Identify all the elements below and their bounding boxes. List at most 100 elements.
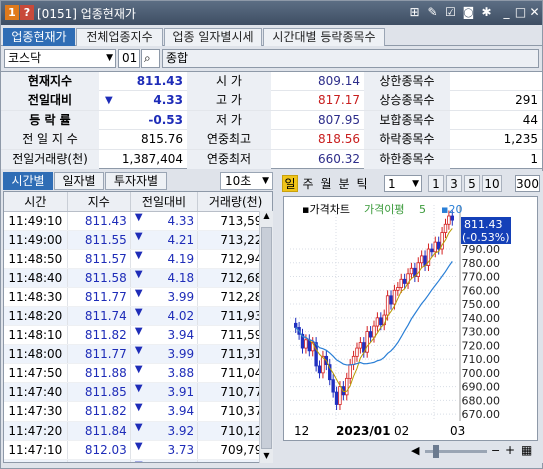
tick-tabs: 시간별 일자별 투자자별 10초 ▼	[1, 171, 276, 190]
tab-sector-daily[interactable]: 업종 일자별시세	[164, 28, 262, 46]
help-icon[interactable]: ?	[20, 5, 34, 20]
minimize-icon[interactable]: _	[499, 5, 514, 20]
prev-volume-label: 전일거래량(천)	[1, 149, 99, 169]
candle	[351, 355, 356, 365]
period-tick[interactable]: 틱	[354, 175, 370, 192]
zoom-in-icon[interactable]: +	[505, 443, 515, 457]
chevron-down-icon[interactable]: ▼	[412, 176, 419, 192]
interval-select[interactable]: 10초 ▼	[220, 172, 273, 190]
cell-time: 11:48:50	[4, 249, 68, 269]
low-label: 저 가	[187, 110, 271, 130]
cell-time: 11:48:20	[4, 306, 68, 327]
count-1-button[interactable]: 1	[428, 175, 444, 192]
table-header: 시간 지수 전일대비 거래량(천)	[4, 192, 272, 212]
table-row[interactable]: 11:47:00811.95▼3.81709,415	[4, 459, 272, 462]
zoom-out-icon[interactable]: −	[491, 444, 500, 457]
y-tick-label: 670.00	[462, 408, 501, 421]
market-select[interactable]: 코스닥 ▼	[4, 49, 116, 68]
current-index-label: 현재지수	[1, 72, 99, 91]
year-low-value: 660.32	[318, 151, 360, 166]
down-arrow-icon: ▼	[105, 95, 113, 107]
lower-limit-value: 1	[530, 151, 538, 166]
count-select[interactable]: 1 ▼	[384, 175, 422, 192]
change-value: 4.33	[153, 93, 183, 108]
pin-icon[interactable]: ⊞	[407, 5, 422, 20]
cell-time: 11:47:00	[4, 459, 68, 462]
candle	[436, 241, 441, 250]
cell-change: ▼ 3.92	[130, 421, 199, 441]
table-row[interactable]: 11:48:00 811.77 ▼ 3.99 711,317	[4, 344, 272, 365]
period-day[interactable]: 일	[282, 175, 298, 192]
y-tick-label: 790.00	[462, 243, 501, 256]
cell-change: ▼ 3.88	[130, 363, 199, 384]
down-arrow-icon: ▼	[134, 268, 143, 280]
tab-sector-price[interactable]: 업종현재가	[3, 28, 75, 46]
scroll-down-icon[interactable]: ▼	[261, 451, 272, 463]
scroll-left-icon[interactable]: ◀	[411, 444, 419, 457]
chevron-down-icon[interactable]: ▼	[106, 50, 113, 67]
note-icon[interactable]: ✎	[425, 5, 440, 20]
change-value: 3.94	[167, 404, 195, 419]
tab-by-day[interactable]: 일자별	[54, 172, 104, 190]
chevron-down-icon[interactable]: ▼	[262, 173, 269, 189]
down-arrow-icon: ▼	[134, 326, 143, 338]
table-row[interactable]: 11:48:40 811.58 ▼ 4.18 712,681	[4, 268, 272, 288]
count-5-button[interactable]: 5	[464, 175, 480, 192]
market-select-value: 코스닥	[8, 51, 42, 65]
cell-change: ▼ 4.18	[130, 268, 199, 288]
count-10-button[interactable]: 10	[482, 175, 502, 192]
tab-by-investor[interactable]: 투자자별	[105, 172, 167, 190]
table-row[interactable]: 11:48:20 811.74 ▼ 4.02 711,931	[4, 306, 272, 327]
period-minute[interactable]: 분	[336, 175, 352, 192]
scroll-thumb[interactable]	[261, 227, 272, 449]
screen-number-badge[interactable]: 1	[5, 5, 19, 20]
table-row[interactable]: 11:47:40 811.85 ▼ 3.91 710,777	[4, 382, 272, 403]
grid-icon[interactable]: ▦	[521, 443, 532, 457]
col-index[interactable]: 지수	[67, 192, 131, 212]
camera-icon[interactable]: ◙	[461, 5, 476, 20]
candle	[419, 255, 424, 264]
period-month[interactable]: 월	[318, 175, 334, 192]
period-week[interactable]: 주	[300, 175, 316, 192]
candle	[345, 377, 349, 396]
change-rate-label: 등 락 률	[1, 110, 99, 130]
checkbox-icon[interactable]: ☑	[443, 5, 458, 20]
legend-price: ▪가격차트	[302, 203, 350, 216]
cell-index: 811.82	[67, 325, 131, 346]
chart-scroll-controls: ◀ − + ▦	[283, 443, 538, 461]
down-arrow-icon: ▼	[134, 364, 143, 376]
scroll-up-icon[interactable]: ▲	[261, 211, 272, 223]
col-volume[interactable]: 거래량(천)	[197, 192, 272, 212]
price-chart[interactable]: 790.00 780.00 770.00 760.00 750.00 740.00 730.…	[283, 196, 538, 441]
candle	[334, 391, 339, 405]
scrollbar[interactable]: ▲ ▼	[259, 211, 273, 463]
table-row[interactable]: 11:47:10 812.03 ▼ 3.73 709,793	[4, 440, 272, 460]
change-value: 4.02	[167, 309, 195, 324]
count-3-button[interactable]: 3	[446, 175, 462, 192]
year-low-label: 연중최저	[187, 149, 271, 169]
zoom-input[interactable]: 300	[515, 175, 540, 192]
cell-time: 11:48:40	[4, 268, 68, 288]
table-row[interactable]: 11:48:30 811.77 ▼ 3.99 712,287	[4, 287, 272, 307]
tab-all-sector-index[interactable]: 전체업종지수	[76, 28, 163, 46]
gear-icon[interactable]: ✱	[479, 5, 494, 20]
table-row[interactable]: 11:47:30 811.82 ▼ 3.94 710,378	[4, 401, 272, 422]
table-row[interactable]: 11:49:10 811.43 ▼ 4.33 713,598	[4, 211, 272, 231]
maximize-icon[interactable]: □	[513, 5, 528, 20]
candle	[402, 278, 407, 284]
table-row[interactable]: 11:49:00 811.55 ▼ 4.21 713,228	[4, 230, 272, 250]
table-row[interactable]: 11:48:50 811.57 ▼ 4.19 712,949	[4, 249, 272, 269]
cell-index: 811.88	[67, 363, 131, 384]
zoom-slider-thumb[interactable]	[433, 445, 439, 458]
sector-code-input[interactable]: 01	[118, 49, 140, 68]
col-change[interactable]: 전일대비	[130, 192, 199, 212]
search-icon[interactable]: ⌕	[141, 49, 160, 68]
close-icon[interactable]: ✕	[527, 5, 542, 20]
table-row[interactable]: 11:47:20 811.84 ▼ 3.92 710,124	[4, 421, 272, 441]
table-row[interactable]: 11:47:50 811.88 ▼ 3.88 711,041	[4, 363, 272, 384]
tab-by-time[interactable]: 시간별	[3, 172, 53, 190]
table-row[interactable]: 11:48:10 811.82 ▼ 3.94 711,599	[4, 325, 272, 346]
tab-time-advance-decline[interactable]: 시간대별 등락종목수	[263, 28, 385, 46]
change-value: 3.94	[167, 328, 195, 343]
col-time[interactable]: 시간	[4, 192, 68, 212]
